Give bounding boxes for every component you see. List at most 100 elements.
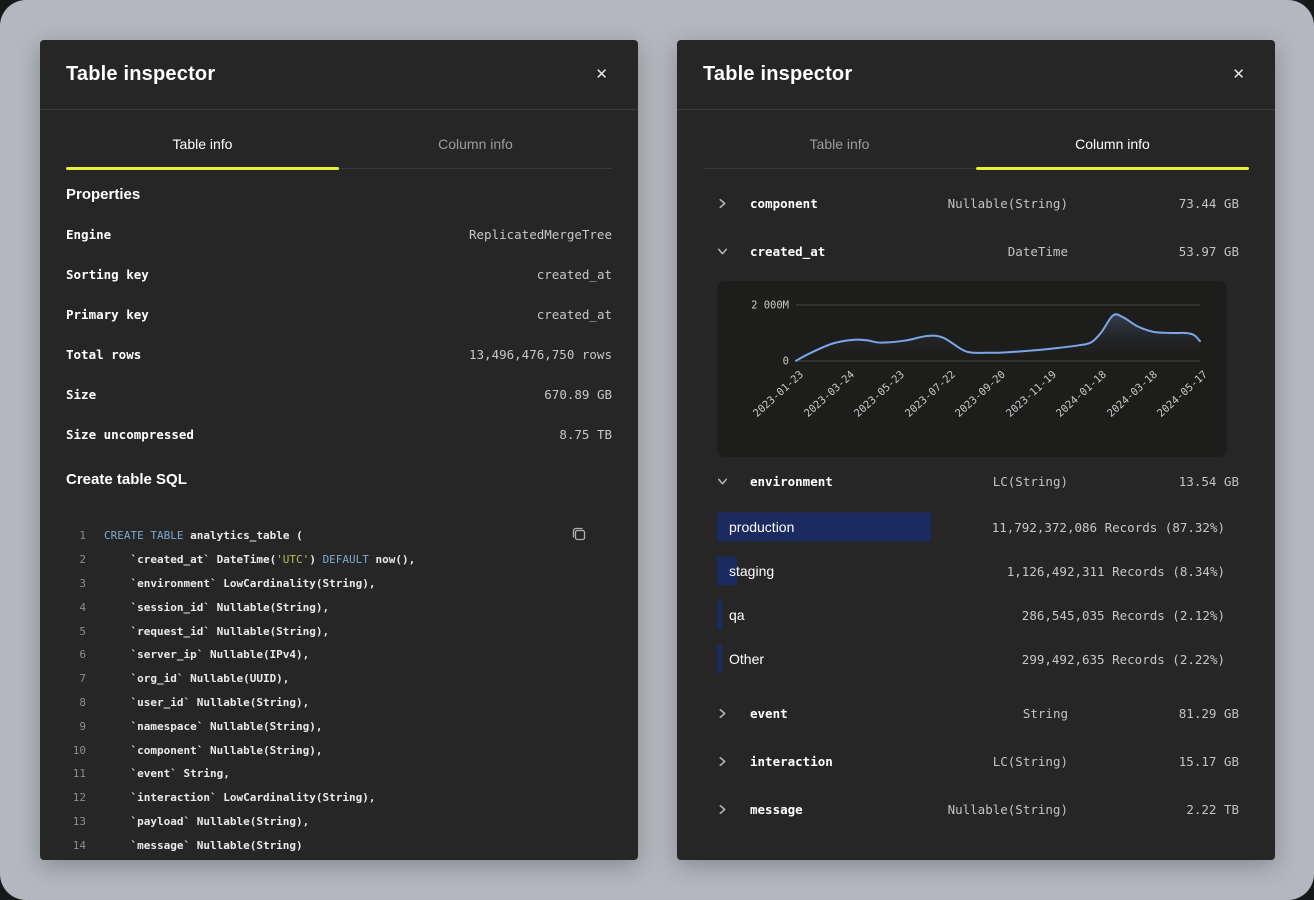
chevron-right-icon [717,708,731,719]
property-row: Primary key created_at [66,294,612,334]
column-type: LC(String) [993,474,1068,489]
code-text: `session_id` Nullable(String), [104,601,329,614]
line-number: 2 [66,553,104,566]
table-inspector-modal-right: Table inspector ✕ Table info Column info… [677,40,1275,860]
property-label: Size uncompressed [66,427,194,442]
line-number: 4 [66,601,104,614]
code-text: `request_id` Nullable(String), [104,625,329,638]
code-text: `message` Nullable(String) [104,839,303,852]
code-text: `namespace` Nullable(String), [104,720,323,733]
line-number: 5 [66,625,104,638]
chevron-down-icon [717,246,731,257]
sql-code-line: 14 `message` Nullable(String) [66,833,612,857]
column-type: LC(String) [993,754,1068,769]
line-number: 9 [66,720,104,733]
chevron-right-icon [717,804,731,815]
property-row: Size 670.89 GB [66,374,612,414]
code-text: `org_id` Nullable(UUID), [104,672,289,685]
line-number: 7 [66,672,104,685]
column-row-environment[interactable]: environment LC(String) 13.54 GB [677,457,1275,505]
code-text: `user_id` Nullable(String), [104,696,309,709]
modal-header: Table inspector ✕ [40,40,638,110]
line-number: 10 [66,744,104,757]
property-value: 670.89 GB [544,387,612,402]
property-label: Engine [66,227,111,242]
property-label: Total rows [66,347,141,362]
environment-value-row: production 11,792,372,086 Records (87.32%… [677,505,1275,549]
value-label: staging [729,563,774,579]
line-number: 14 [66,839,104,852]
line-number: 1 [66,529,104,542]
property-value: ReplicatedMergeTree [469,227,612,242]
sql-code-line: 7 `org_id` Nullable(UUID), [66,667,612,691]
close-icon[interactable]: ✕ [1228,63,1249,86]
modal-title: Table inspector [703,63,852,86]
property-value: 13,496,476,750 rows [469,347,612,362]
column-name: component [750,196,818,211]
tab-bar: Table info Column info [66,110,612,169]
property-row: Engine ReplicatedMergeTree [66,214,612,254]
value-label: Other [729,651,764,667]
column-row-component[interactable]: componentNullable(String)73.44 GB [677,179,1275,227]
table-inspector-modal-left: Table inspector ✕ Table info Column info… [40,40,638,860]
property-label: Primary key [66,307,149,322]
modal-header: Table inspector ✕ [677,40,1275,110]
column-row-event[interactable]: eventString81.29 GB [677,689,1275,737]
copy-icon[interactable] [571,526,588,546]
code-text: `interaction` LowCardinality(String), [104,791,376,804]
sql-code-line: 8 `user_id` Nullable(String), [66,691,612,715]
code-text: `environment` LowCardinality(String), [104,577,376,590]
column-size: 81.29 GB [1179,706,1239,721]
tab-column-info[interactable]: Column info [976,136,1249,168]
column-type: Nullable(String) [948,196,1068,211]
line-number: 11 [66,767,104,780]
column-row-message[interactable]: messageNullable(String)2.22 TB [677,785,1275,833]
property-label: Size [66,387,96,402]
page-background: Table inspector ✕ Table info Column info… [0,0,1314,900]
chevron-right-icon [717,198,731,209]
column-type: String [1023,706,1068,721]
sql-code-line: 1CREATE TABLE analytics_table ( [66,524,612,548]
sql-code-block: 1CREATE TABLE analytics_table (2 `create… [66,524,612,860]
sql-code-line: 9 `namespace` Nullable(String), [66,714,612,738]
column-name: environment [750,474,833,489]
environment-value-row: staging 1,126,492,311 Records (8.34%) [677,549,1275,593]
code-text: `payload` Nullable(String), [104,815,309,828]
value-distribution-bar [717,601,722,630]
column-row-created_at[interactable]: created_atDateTime53.97 GB [677,227,1275,275]
code-text: `created_at` DateTime('UTC') DEFAULT now… [104,553,415,566]
line-number: 3 [66,577,104,590]
sql-code-line: 4 `session_id` Nullable(String), [66,595,612,619]
close-icon[interactable]: ✕ [591,63,612,86]
property-row: Total rows 13,496,476,750 rows [66,334,612,374]
property-value: created_at [537,307,612,322]
property-label: Sorting key [66,267,149,282]
y-axis-max-label: 2 000M [751,300,789,312]
value-record-count: 286,545,035 Records (2.12%) [1022,608,1225,623]
value-record-count: 1,126,492,311 Records (8.34%) [1007,564,1225,579]
column-name: created_at [750,244,825,259]
sql-code-line: 6 `server_ip` Nullable(IPv4), [66,643,612,667]
tab-column-info[interactable]: Column info [339,136,612,168]
sql-code-line: 5 `request_id` Nullable(String), [66,619,612,643]
column-size: 13.54 GB [1179,474,1239,489]
value-label: production [729,519,794,535]
column-name: interaction [750,754,833,769]
value-record-count: 11,792,372,086 Records (87.32%) [992,520,1225,535]
tab-bar: Table info Column info [703,110,1249,169]
code-text: `event` String, [104,767,230,780]
column-row-interaction[interactable]: interactionLC(String)15.17 GB [677,737,1275,785]
line-number: 12 [66,791,104,804]
code-text: `server_ip` Nullable(IPv4), [104,648,309,661]
sql-code-line: 2 `created_at` DateTime('UTC') DEFAULT n… [66,548,612,572]
sql-code-line: 13 `payload` Nullable(String), [66,810,612,834]
modal-title: Table inspector [66,63,215,86]
sql-code-line: 10 `component` Nullable(String), [66,738,612,762]
properties-heading: Properties [66,186,612,204]
tab-table-info[interactable]: Table info [703,136,976,168]
property-row: Size uncompressed8.75 TB [66,414,612,454]
sql-code-line: 11 `event` String, [66,762,612,786]
tab-table-info[interactable]: Table info [66,136,339,168]
value-distribution-bar [717,645,722,674]
code-text: CREATE TABLE analytics_table ( [104,529,303,542]
